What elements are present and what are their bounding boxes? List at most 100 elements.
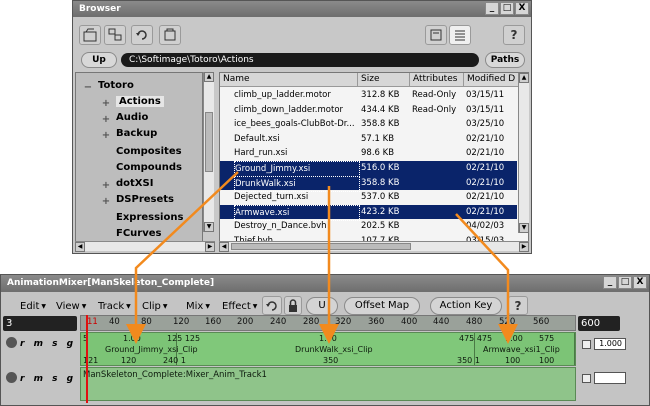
file-row[interactable]: Destroy_n_Dance.bvh 202.5 KB 04/02/03 [220,219,517,234]
file-row[interactable]: Armwave.xsi 423.2 KB 02/21/10 [220,204,517,221]
lock-icon[interactable] [284,296,302,315]
loop-icon[interactable] [262,296,282,315]
column-name[interactable]: Name [220,73,358,87]
timeline-ruler[interactable]: 11 40 80 120 160 200 240 280 320 360 400… [80,315,576,331]
minimize-button[interactable]: _ [603,276,617,289]
file-row[interactable]: Dejected_turn.xsi 537.0 KB 02/21/10 [220,190,517,205]
close-button[interactable]: X [633,276,647,289]
menu-effect[interactable]: Effect ▼ [222,300,257,314]
dropdown-icon: ▼ [81,303,87,310]
track2-controls[interactable]: r m s g [6,372,76,384]
file-modified: 02/21/10 [466,148,505,159]
file-hscrollbar[interactable]: ◀ ▶ [219,241,529,252]
file-row[interactable]: Hard_run.xsi 98.6 KB 02/21/10 [220,146,517,161]
up-button[interactable]: Up [81,52,117,68]
tree-scrollbar[interactable]: ▲ ▼ [203,72,214,232]
file-size: 434.4 KB [361,104,400,115]
column-modified[interactable]: Modified D [464,73,519,87]
browser-titlebar[interactable]: Browser _ □ X [73,1,531,17]
track2[interactable]: ManSkeleton_Complete:Mixer_Anim_Track1 [80,367,576,401]
path-field[interactable]: C:\Softimage\Totoro\Actions [121,53,479,67]
time-cursor[interactable] [86,315,88,403]
expand-icon[interactable]: + [100,130,112,142]
column-size[interactable]: Size [358,73,410,87]
undo-button[interactable]: U [306,297,338,315]
scroll-right-icon[interactable]: ▶ [519,242,529,252]
track1[interactable]: 5 1.00 125 125 Ground_Jimmy_xsi_Clip 121… [80,332,576,366]
expand-icon[interactable]: + [100,196,112,208]
scroll-down-icon[interactable]: ▼ [519,223,529,233]
tree-root[interactable]: − Totoro [82,79,134,93]
new-folder-icon[interactable] [79,25,101,45]
end-frame-field[interactable]: 600 [578,316,620,331]
tree-item-backup[interactable]: + Backup [100,127,157,141]
tree-item-composites[interactable]: Composites [100,144,182,158]
menu-edit[interactable]: Edit ▼ [20,300,46,314]
scroll-right-icon[interactable]: ▶ [205,242,215,252]
track1-weight-field[interactable]: 1.000 [594,338,626,350]
file-row[interactable]: Default.xsi 57.1 KB 02/21/10 [220,132,517,147]
paths-button[interactable]: Paths [485,52,525,68]
tree-item-dspresets[interactable]: + DSPresets [100,193,174,207]
help-button[interactable]: ? [508,296,528,315]
scroll-up-icon[interactable]: ▲ [204,72,214,82]
tree-item-audio[interactable]: + Audio [100,111,149,126]
close-button[interactable]: X [515,2,529,15]
menu-mix[interactable]: Mix ▼ [186,300,210,314]
collapse-icon[interactable]: − [82,82,94,94]
tree-hscrollbar[interactable]: ◀ ▶ [75,241,215,252]
clip-label: Ground_Jimmy_xsi_Clip [105,345,198,354]
track2-weight-field[interactable] [594,372,626,384]
action-key-button[interactable]: Action Key [430,297,502,315]
expand-icon[interactable]: + [100,98,112,110]
file-row[interactable]: ice_bees_goals-ClubBot-Dr... 358.8 KB 03/2… [220,117,517,132]
menu-track[interactable]: Track ▼ [98,300,131,314]
tree-item-dotxsi[interactable]: + dotXSI [100,177,154,192]
tree-item-expressions[interactable]: Expressions [100,210,183,224]
track-knob-icon[interactable] [6,372,17,383]
thumbnail-view-icon[interactable] [425,25,447,45]
maximize-button[interactable]: □ [618,276,632,289]
file-scrollbar[interactable]: ▲ ▼ [518,73,529,233]
track1-checkbox[interactable] [582,340,591,349]
file-size: 312.8 KB [361,90,400,100]
file-row[interactable]: climb_down_ladder.motor 434.4 KB Read-Only… [220,103,517,118]
network-icon[interactable] [104,25,126,45]
tree-item-actions[interactable]: + Actions [100,95,164,109]
file-row[interactable]: climb_up_ladder.motor 312.8 KB Read-Only 03… [220,88,517,103]
file-size: 358.8 KB [361,119,400,130]
column-attributes[interactable]: Attributes [410,73,464,87]
list-view-icon[interactable] [449,25,471,45]
track1-controls[interactable]: r m s g [6,337,76,349]
refresh-icon[interactable] [131,25,153,45]
menu-view[interactable]: View ▼ [56,300,86,314]
file-name: climb_up_ladder.motor [234,90,331,100]
scroll-left-icon[interactable]: ◀ [219,242,229,252]
file-row[interactable]: Ground_Jimmy.xsi 516.0 KB 02/21/10 [220,161,517,177]
maximize-button[interactable]: □ [500,2,514,15]
file-row[interactable]: DrunkWalk.xsi 358.8 KB 02/21/10 [220,175,517,192]
dropdown-icon: ▼ [205,303,210,310]
scroll-thumb[interactable] [205,112,213,172]
track2-checkbox[interactable] [582,374,591,383]
scroll-up-icon[interactable]: ▲ [519,73,529,83]
expand-icon[interactable]: + [100,114,112,126]
favorites-icon[interactable] [159,25,181,45]
start-frame-field[interactable]: 3 [3,316,77,331]
minimize-button[interactable]: _ [485,2,499,15]
clip-label: Armwave_xsi1_Clip [483,345,560,354]
tree-item-fcurves[interactable]: FCurves [100,226,161,240]
tree-item-compounds[interactable]: Compounds [100,160,182,174]
scroll-left-icon[interactable]: ◀ [75,242,85,252]
expand-icon[interactable]: + [100,180,112,192]
scroll-down-icon[interactable]: ▼ [204,222,214,232]
help-button[interactable]: ? [503,25,525,45]
mixer-titlebar[interactable]: AnimationMixer[ManSkeleton_Complete] _ □… [1,275,649,292]
offset-map-button[interactable]: Offset Map [344,297,420,315]
track-knob-icon[interactable] [6,337,17,348]
dropdown-icon: ▼ [252,303,258,310]
file-name: DrunkWalk.xsi [234,175,360,192]
clip-label: DrunkWalk_xsi_Clip [295,345,373,354]
menu-clip[interactable]: Clip ▼ [142,300,168,314]
scroll-thumb[interactable] [231,243,411,250]
